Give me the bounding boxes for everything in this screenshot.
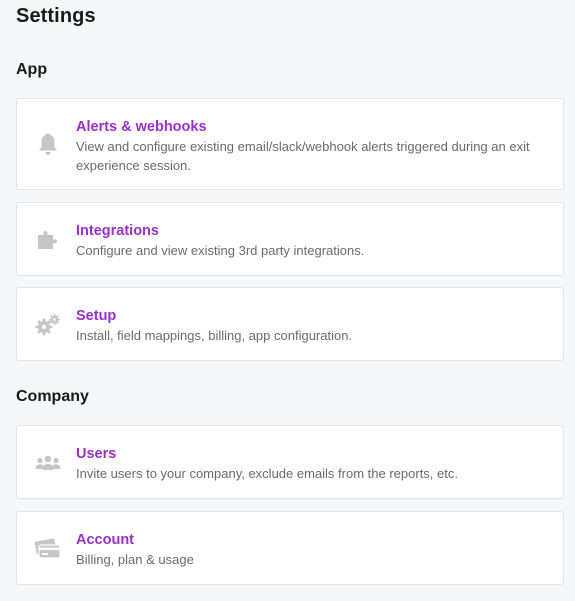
settings-card-integrations[interactable]: Integrations Configure and view existing… — [16, 202, 564, 276]
card-description: Configure and view existing 3rd party in… — [76, 243, 365, 258]
settings-card-setup[interactable]: Setup Install, field mappings, billing, … — [16, 287, 564, 361]
settings-card-users[interactable]: Users Invite users to your company, excl… — [16, 425, 564, 499]
card-title[interactable]: Alerts & webhooks — [76, 118, 547, 136]
card-title[interactable]: Setup — [76, 307, 547, 325]
section-title-app: App — [16, 61, 48, 78]
puzzle-icon — [34, 226, 62, 254]
users-icon — [34, 449, 62, 477]
settings-card-alerts-webhooks[interactable]: Alerts & webhooks View and configure exi… — [16, 98, 564, 190]
page-title: Settings — [16, 5, 96, 27]
card-title[interactable]: Account — [76, 531, 547, 549]
card-description: Billing, plan & usage — [76, 552, 194, 567]
card-description: Invite users to your company, exclude em… — [76, 466, 458, 481]
card-description: View and configure existing email/slack/… — [76, 139, 530, 173]
section-title-company: Company — [16, 388, 89, 405]
bell-icon — [34, 130, 62, 158]
card-description: Install, field mappings, billing, app co… — [76, 328, 353, 343]
settings-card-account[interactable]: Account Billing, plan & usage — [16, 511, 564, 585]
card-title[interactable]: Integrations — [76, 222, 547, 240]
gears-icon — [34, 311, 62, 339]
card-title[interactable]: Users — [76, 445, 547, 463]
credit-card-icon — [34, 535, 62, 563]
